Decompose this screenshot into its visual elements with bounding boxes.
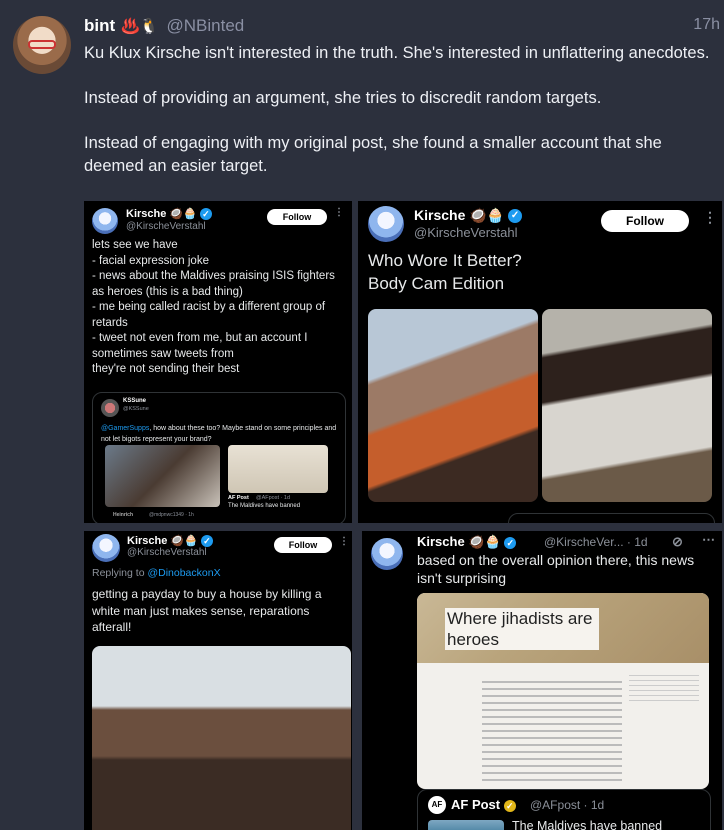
author-avatar[interactable] [13, 16, 71, 74]
more-icon[interactable]: ⋮ [334, 207, 344, 218]
post-paragraph: Ku Klux Kirsche isn't interested in the … [84, 44, 710, 62]
kssune-avatar [101, 399, 119, 417]
post-paragraph: Instead of providing an argument, she tr… [84, 89, 602, 107]
verified-gold-icon: ✓ [503, 799, 516, 812]
kirsche-avatar [92, 208, 118, 234]
emoji-icons: 🥥🧁 [169, 208, 197, 220]
inner-af-handle: @AFpost · 1d [256, 495, 291, 501]
af-post-avatar: AF [428, 796, 446, 814]
follow-button[interactable]: Follow [601, 210, 689, 232]
attached-photo [92, 646, 351, 830]
article-body-lines [482, 681, 622, 781]
tweet-author-handle: @KirscheVerstahl [127, 547, 207, 558]
inner-af-text: The Maldives have banned [228, 503, 301, 509]
bodycam-photo-right [542, 309, 712, 502]
emoji-icons: 🥥🧁 [170, 535, 198, 547]
verified-icon: ✓ [199, 208, 212, 221]
quoted-text: The Maldives have banned [512, 819, 663, 830]
article-sidebar-lines [629, 675, 699, 701]
embedded-screenshot-4[interactable]: Kirsche 🥥🧁 ✓ @KirscheVer... · 1d ⊘ ⋯ bas… [362, 531, 722, 830]
author-name[interactable]: bint [84, 16, 115, 36]
author-emoji: ♨️🐧 [121, 18, 159, 35]
reply-context: Replying to @DinobackonX [92, 567, 221, 579]
tweet-author-handle: @KirscheVer... · 1d [544, 535, 648, 549]
next-card-edge [508, 513, 715, 523]
inner-af-name: AF Post [228, 495, 249, 501]
post-paragraph: Instead of engaging with my original pos… [84, 134, 662, 175]
embedded-screenshot-3[interactable]: Kirsche 🥥🧁 ✓ @KirscheVerstahl Follow ⋮ R… [84, 531, 352, 830]
quoted-author-handle: @AFpost · 1d [530, 798, 605, 812]
kirsche-avatar [371, 538, 403, 570]
author-handle[interactable]: @NBinted [167, 16, 245, 36]
tweet-text: lets see we have - facial expression jok… [92, 239, 335, 375]
quoted-tweet[interactable]: KSSune @KSSune @GamerSupps, how about th… [92, 392, 346, 523]
bottom-reply-name: Heinrich [113, 512, 134, 518]
quoted-author-handle: @KSSune [123, 406, 149, 412]
tweet-author-handle: @KirscheVerstahl [126, 221, 206, 232]
kirsche-avatar [368, 206, 404, 242]
verified-icon: ✓ [504, 536, 517, 549]
verified-icon: ✓ [508, 209, 523, 224]
quoted-text: @GamerSupps, how about these too? Maybe … [101, 425, 337, 443]
tweet-author-name: Kirsche 🥥🧁 ✓ [127, 534, 213, 548]
embedded-screenshot-2[interactable]: Kirsche 🥥🧁 ✓ @KirscheVerstahl Follow ⋮ W… [358, 201, 722, 523]
more-icon[interactable]: ⋯ [702, 532, 715, 548]
post: bint ♨️🐧 @NBinted 17h Ku Klux Kirsche is… [0, 0, 724, 830]
quoted-article-image [228, 445, 328, 493]
emoji-icons: 🥥🧁 [469, 207, 505, 223]
tweet-text: Who Wore It Better? Body Cam Edition [368, 251, 522, 293]
quoted-tweet[interactable]: AF AF Post ✓ @AFpost · 1d The Maldives h… [417, 789, 711, 830]
emoji-icons: 🥥🧁 [468, 534, 501, 549]
tweet-author-name: Kirsche 🥥🧁 ✓ [126, 207, 212, 221]
more-icon[interactable]: ⋮ [339, 536, 349, 547]
follow-button[interactable]: Follow [267, 209, 327, 225]
bottom-reply-handle: @mdpnwc1349 · 1h [149, 512, 194, 518]
tweet-author-handle: @KirscheVerstahl [414, 225, 518, 240]
verified-icon: ✓ [200, 535, 213, 548]
grok-icon[interactable]: ⊘ [672, 534, 683, 550]
mention-link[interactable]: @GamerSupps [101, 425, 149, 432]
post-body: Ku Klux Kirsche isn't interested in the … [84, 42, 714, 200]
bodycam-photo-left [368, 309, 538, 502]
tweet-author-name: Kirsche 🥥🧁 ✓ [417, 534, 517, 550]
more-icon[interactable]: ⋮ [703, 209, 717, 226]
article-card: Where jihadists are heroes [417, 593, 709, 789]
reply-to-link[interactable]: @DinobackonX [147, 567, 220, 579]
tweet-text: getting a payday to buy a house by killi… [92, 587, 322, 634]
quoted-thumbnail [428, 820, 504, 830]
tweet-text: based on the overall opinion there, this… [417, 552, 695, 586]
quoted-photo [105, 445, 220, 507]
embedded-screenshot-1[interactable]: Kirsche 🥥🧁 ✓ @KirscheVerstahl Follow ⋮ l… [84, 201, 352, 523]
avatar-glasses [28, 40, 56, 49]
tweet-author-name: Kirsche 🥥🧁 ✓ [414, 207, 523, 224]
post-time[interactable]: 17h [693, 16, 720, 34]
quoted-author-name: AF Post ✓ [451, 797, 516, 812]
kirsche-avatar [92, 534, 120, 562]
post-header: bint ♨️🐧 @NBinted [84, 14, 244, 38]
quoted-author-name: KSSune [123, 398, 147, 404]
follow-button[interactable]: Follow [274, 537, 332, 553]
article-headline: Where jihadists are heroes [445, 608, 599, 650]
